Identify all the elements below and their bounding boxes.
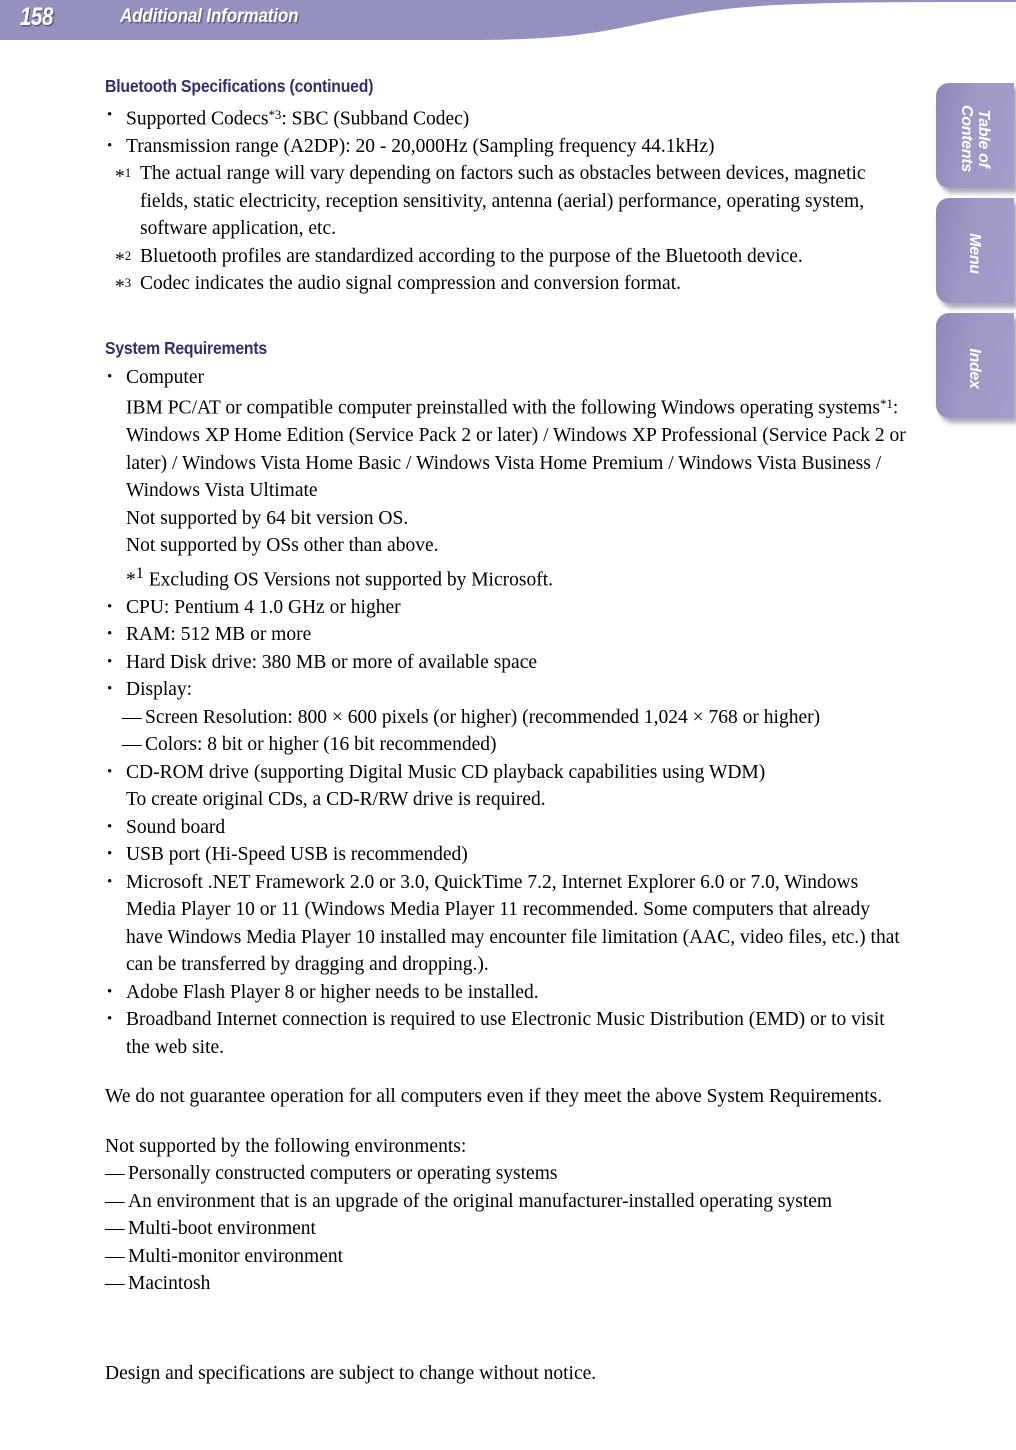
list-item: CD-ROM drive (supporting Digital Music C…: [105, 759, 910, 787]
list-item: Display:: [105, 676, 910, 704]
peripheral-requirements-list: Sound board USB port (Hi-Speed USB is re…: [105, 814, 910, 1062]
hardware-requirements-list: CPU: Pentium 4 1.0 GHz or higher RAM: 51…: [105, 594, 910, 704]
unsupported-item: Multi-boot environment: [105, 1215, 910, 1243]
system-requirements-list: Computer: [105, 364, 910, 392]
tab-label-index: Index: [966, 348, 984, 389]
footnote-text: Codec indicates the audio signal compres…: [140, 273, 681, 295]
footnote-2: *2 Bluetooth profiles are standardized ac…: [105, 243, 910, 271]
tab-label-menu: Menu: [966, 233, 984, 274]
unsupported-item: Multi-monitor environment: [105, 1243, 910, 1271]
sidebar-item-menu[interactable]: Menu: [936, 198, 1014, 303]
list-item: Adobe Flash Player 8 or higher needs to …: [105, 979, 910, 1007]
computer-footnote-text: Excluding OS Versions not supported by M…: [148, 569, 553, 591]
heading-bluetooth-specifications: Bluetooth Specifications (continued): [105, 76, 374, 96]
display-sub-item-resolution: Screen Resolution: 800 × 600 pixels (or …: [105, 704, 910, 732]
page-content: Bluetooth Specifications (continued) Sup…: [105, 76, 910, 1298]
computer-line-4: Not supported by OSs other than above.: [126, 535, 439, 557]
page-header-banner: 158 Additional Information: [0, 0, 1016, 46]
unsupported-intro: Not supported by the following environme…: [105, 1135, 467, 1157]
unsupported-item: Macintosh: [105, 1270, 910, 1298]
footnote-1: *1 The actual range will vary depending o…: [105, 160, 910, 243]
sidebar-item-index[interactable]: Index: [936, 313, 1014, 418]
sidebar-item-table-of-contents[interactable]: Table of Contents: [936, 83, 1014, 188]
list-item: Microsoft .NET Framework 2.0 or 3.0, Qui…: [105, 869, 910, 979]
unsupported-item: An environment that is an upgrade of the…: [105, 1188, 910, 1216]
list-item: RAM: 512 MB or more: [105, 621, 910, 649]
footnote-3: *3 Codec indicates the audio signal compr…: [105, 270, 910, 298]
media-requirements-list: CD-ROM drive (supporting Digital Music C…: [105, 759, 910, 787]
list-item: CPU: Pentium 4 1.0 GHz or higher: [105, 594, 910, 622]
computer-line-2: Windows XP Home Edition (Service Pack 2 …: [126, 425, 906, 502]
tab-label-table-of-contents: Table of Contents: [958, 105, 992, 172]
footnote-marker: *3: [115, 276, 132, 298]
footnote-text: Bluetooth profiles are standardized acco…: [140, 245, 803, 267]
closing-note: Design and specifications are subject to…: [105, 1363, 597, 1384]
heading-system-requirements: System Requirements: [105, 337, 268, 358]
side-tab-navigation: Table of Contents Menu Index: [936, 83, 1016, 428]
list-item: Broadband Internet connection is require…: [105, 1006, 910, 1061]
list-item: Computer: [105, 364, 910, 392]
display-sub-item-colors: Colors: 8 bit or higher (16 bit recommen…: [105, 731, 910, 759]
computer-footnote: *1 Excluding OS Versions not supported b…: [126, 563, 553, 591]
cdrom-sub-line: To create original CDs, a CD-R/RW drive …: [126, 789, 546, 811]
guarantee-note: We do not guarantee operation for all co…: [105, 1086, 883, 1108]
computer-line-3: Not supported by 64 bit version OS.: [126, 507, 409, 529]
page-number: 158: [20, 2, 53, 31]
list-item: Hard Disk drive: 380 MB or more of avail…: [105, 649, 910, 677]
footnote-marker: *2: [115, 248, 132, 271]
footnote-text: The actual range will vary depending on …: [140, 163, 866, 240]
computer-line-1: IBM PC/AT or compatible computer preinst…: [126, 397, 899, 419]
list-item: USB port (Hi-Speed USB is recommended): [105, 841, 910, 869]
page-title: Additional Information: [120, 6, 299, 27]
list-item: Sound board: [105, 814, 910, 842]
unsupported-item: Personally constructed computers or oper…: [105, 1160, 910, 1188]
list-item: Transmission range (A2DP): 20 - 20,000Hz…: [105, 133, 910, 161]
list-item: Supported Codecs*3: SBC (Subband Codec): [105, 102, 910, 133]
bluetooth-bullet-list: Supported Codecs*3: SBC (Subband Codec) …: [105, 102, 910, 160]
footnote-marker: *1: [115, 166, 132, 188]
